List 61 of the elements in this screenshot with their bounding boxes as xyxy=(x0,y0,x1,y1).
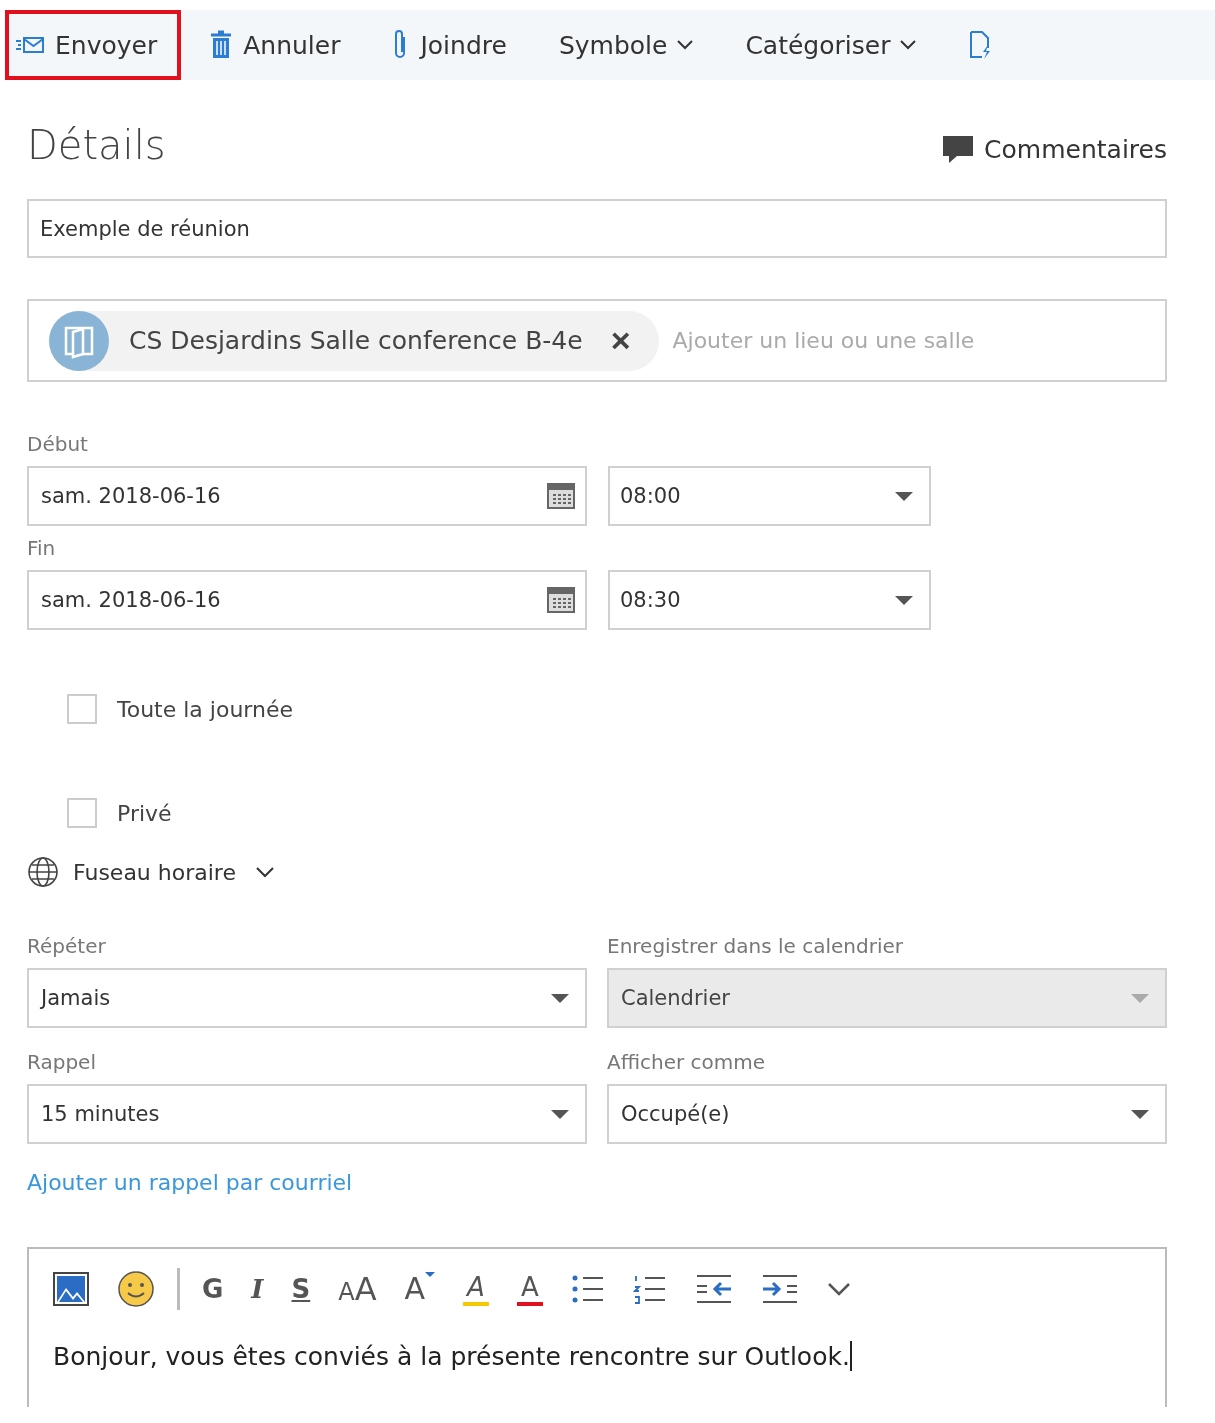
format-indent-button[interactable] xyxy=(760,1274,799,1304)
select-dropdown[interactable]: Jamais xyxy=(27,968,587,1028)
dropdown-arrow-icon xyxy=(895,491,913,501)
insert-picture-button[interactable] xyxy=(53,1272,89,1306)
format-italic-button[interactable]: I xyxy=(251,1274,264,1304)
toolbar-button[interactable]: Symbole xyxy=(534,10,718,80)
emoji-button[interactable] xyxy=(117,1270,155,1308)
send-icon xyxy=(15,34,45,56)
select-dropdown[interactable]: Occupé(e) xyxy=(607,1084,1167,1144)
format-more-button[interactable] xyxy=(826,1282,851,1296)
field-label: Répéter xyxy=(27,934,107,958)
subject-field[interactable]: Exemple de réunion xyxy=(27,199,1167,258)
dropdown-arrow-icon xyxy=(1131,993,1149,1003)
time-dropdown[interactable]: 08:00 xyxy=(608,466,931,526)
comment-icon xyxy=(942,134,975,164)
globe-icon xyxy=(27,856,59,888)
dropdown-arrow-icon xyxy=(895,595,913,605)
field-label: Début xyxy=(27,432,89,456)
field-label: Afficher comme xyxy=(607,1050,767,1074)
message-body[interactable]: Bonjour, vous êtes conviés à la présente rencontre sur Outlook. xyxy=(53,1341,1165,1371)
chevron-down-icon xyxy=(900,40,917,50)
location-field[interactable]: CS Desjardins Salle conference B-4e × Ajouter un lieu ou une salle xyxy=(27,299,1167,382)
dropdown-arrow-icon xyxy=(1131,1109,1149,1119)
format-outdent-button[interactable] xyxy=(694,1274,733,1304)
select-dropdown[interactable]: 15 minutes xyxy=(27,1084,587,1144)
format-strike-button[interactable]: S xyxy=(291,1274,311,1304)
field-label: Fin xyxy=(27,536,57,560)
format-bullets-button[interactable] xyxy=(570,1274,605,1304)
format-bold-button[interactable]: G xyxy=(202,1274,224,1304)
checkbox[interactable] xyxy=(67,694,97,724)
section-title: Détails xyxy=(27,122,166,168)
trash-icon xyxy=(209,30,234,60)
dropdown-arrow-icon xyxy=(551,1109,569,1119)
comments-button[interactable]: Commentaires xyxy=(942,134,1167,164)
chevron-down-icon xyxy=(255,866,274,878)
location-name: CS Desjardins Salle conference B-4e xyxy=(129,326,583,355)
dropdown-arrow-icon xyxy=(551,993,569,1003)
calendar-icon xyxy=(547,483,575,509)
format-size-button[interactable]: AA xyxy=(338,1270,377,1308)
toolbar-button[interactable]: Joindre xyxy=(368,10,531,80)
remove-button[interactable]: × xyxy=(610,321,631,360)
timezone-toggle[interactable]: Fuseau horaire xyxy=(27,856,274,888)
location-chip[interactable]: CS Desjardins Salle conference B-4e × xyxy=(49,310,659,371)
checkbox[interactable] xyxy=(67,798,97,828)
checkbox-label: Privé xyxy=(117,800,172,826)
chevron-down-icon xyxy=(677,40,694,50)
calendar-icon xyxy=(547,587,575,613)
toolbar-button[interactable]: Catégoriser xyxy=(721,10,941,80)
field-label: Enregistrer dans le calendrier xyxy=(607,934,904,958)
format-highlight-button[interactable]: A xyxy=(463,1272,489,1306)
time-dropdown[interactable]: 08:30 xyxy=(608,570,931,630)
format-color-button[interactable]: A xyxy=(516,1272,543,1306)
date-field[interactable]: sam. 2018-06-16 xyxy=(27,466,587,526)
toolbar-button[interactable]: Envoyer xyxy=(5,10,182,80)
field-label: Rappel xyxy=(27,1050,97,1074)
room-icon xyxy=(49,310,109,371)
format-grow-button[interactable]: A xyxy=(404,1272,436,1306)
format-numbering-button[interactable] xyxy=(632,1274,667,1304)
checkbox-label: Toute la journée xyxy=(117,696,294,722)
toolbar-button[interactable]: Annuler xyxy=(185,10,365,80)
date-field[interactable]: sam. 2018-06-16 xyxy=(27,570,587,630)
